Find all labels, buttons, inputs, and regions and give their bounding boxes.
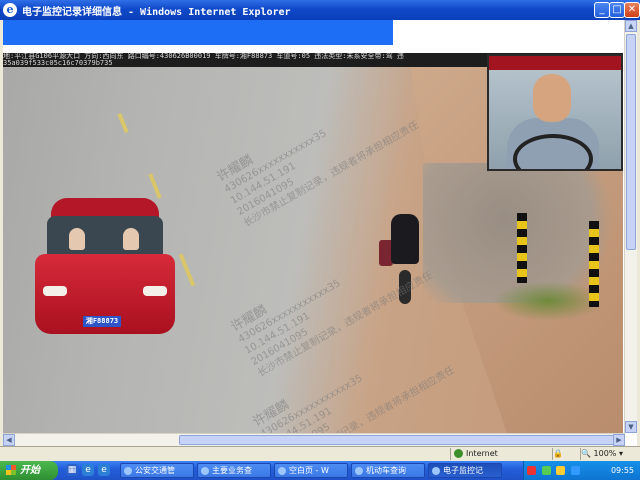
chevron-down-icon: ▾ [618, 449, 623, 458]
ie-task-icon [355, 466, 363, 475]
taskbar-item-vehicle-query[interactable]: 机动车查询 [351, 463, 425, 478]
horizontal-scrollbar[interactable]: ◀ ▶ [3, 433, 625, 446]
zoom-icon: 🔍 [581, 449, 591, 458]
task-label: 主要业务查 [212, 466, 252, 475]
clock: 09:55 [610, 466, 634, 475]
zoom-control[interactable]: 🔍 100% ▾ [580, 448, 639, 460]
task-label: 公安交通管 [135, 466, 175, 475]
license-plate: 湘F88873 [83, 316, 121, 327]
window-title: 电子监控记录详细信息 - Windows Internet Explorer [22, 7, 291, 18]
minimize-button[interactable]: _ [594, 2, 610, 18]
ie-task-icon [124, 466, 132, 475]
zone-label: Internet [466, 449, 498, 458]
taskbar: 开始 ▦ e e 公安交通管 主要业务查 空白页 - W 机动车查询 电子监控记… [0, 461, 640, 480]
antivirus-icon[interactable] [527, 466, 536, 475]
roadside-post [517, 213, 527, 283]
taskbar-item-e-monitoring[interactable]: 电子监控记 [428, 463, 502, 478]
task-label: 空白页 - W [289, 466, 329, 475]
vertical-scrollbar[interactable]: ▲ ▼ [624, 20, 637, 433]
task-label: 电子监控记 [443, 466, 483, 475]
car-driver [123, 228, 139, 250]
ie-quicklaunch-icon-2[interactable]: e [98, 464, 110, 476]
start-button[interactable]: 开始 [0, 461, 58, 480]
vertical-scroll-thumb[interactable] [626, 34, 636, 250]
taskbar-item-traffic-police[interactable]: 公安交通管 [120, 463, 194, 478]
window-titlebar[interactable]: e 电子监控记录详细信息 - Windows Internet Explorer… [0, 0, 640, 20]
ie-logo-icon: e [3, 3, 17, 17]
car-headlight [43, 286, 67, 296]
lane-marking [117, 112, 129, 134]
globe-icon [454, 449, 463, 458]
taskbar-item-main-business[interactable]: 主要业务查 [197, 463, 271, 478]
ie-task-icon [201, 466, 209, 475]
scroll-left-icon[interactable]: ◀ [3, 434, 15, 446]
windows-logo-icon [6, 465, 16, 475]
start-label: 开始 [20, 465, 40, 476]
volume-icon[interactable] [570, 466, 580, 475]
status-bar: Internet 🔒 🔍 100% ▾ [0, 446, 640, 462]
taskbar-item-blank-page[interactable]: 空白页 - W [274, 463, 348, 478]
car-headlight [143, 286, 167, 296]
scroll-right-icon[interactable]: ▶ [613, 434, 625, 446]
network-icon[interactable] [541, 466, 551, 475]
security-zone: Internet [450, 448, 551, 460]
lane-marking [148, 173, 162, 199]
watermark: 许耀麟 430626xxxxxxxxxxx35 10.144.51.191 20… [215, 73, 421, 230]
driver-inset-photo [487, 54, 623, 171]
security-alert-icon[interactable] [556, 466, 566, 475]
task-label: 机动车查询 [366, 466, 406, 475]
horizontal-scroll-thumb[interactable] [179, 435, 625, 445]
maximize-button[interactable]: □ [609, 2, 625, 18]
roadside-post [589, 221, 599, 307]
show-desktop-icon[interactable]: ▦ [66, 464, 78, 476]
ie-quicklaunch-icon[interactable]: e [82, 464, 94, 476]
red-car: 湘F88873 [31, 198, 179, 343]
ie-task-icon [278, 466, 286, 475]
close-button[interactable]: ✕ [624, 2, 640, 18]
system-tray: 09:55 [523, 461, 640, 480]
ie-task-icon [432, 466, 440, 475]
scroll-up-icon[interactable]: ▲ [625, 20, 637, 32]
page-header-bar [3, 20, 393, 45]
car-windshield [47, 216, 163, 258]
lane-marking [178, 253, 196, 287]
browser-content: 地:平江县G106平源大口 方向:西向东 路口编号:430626B00019 车… [3, 20, 637, 446]
surveillance-photo: 地:平江县G106平源大口 方向:西向东 路口编号:430626B00019 车… [3, 53, 623, 433]
car-passenger [69, 228, 85, 250]
grass-patch [493, 281, 603, 321]
inset-frame [489, 56, 621, 70]
zoom-level: 100% [593, 449, 617, 458]
protected-mode-icon[interactable]: 🔒 [552, 448, 579, 460]
driver-head [533, 74, 571, 122]
scroll-down-icon[interactable]: ▼ [625, 421, 637, 433]
